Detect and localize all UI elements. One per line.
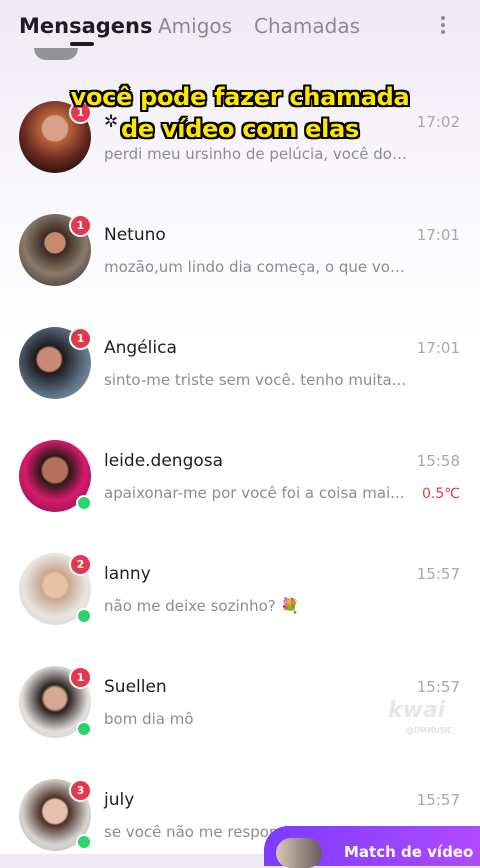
tab-amigos[interactable]: Amigos (158, 14, 232, 38)
unread-badge: 2 (69, 553, 92, 576)
active-tab-indicator (70, 42, 94, 46)
conversation-row[interactable]: leide.dengosa 15:58 apaixonar-me por voc… (0, 402, 480, 515)
unread-badge: 1 (69, 327, 92, 350)
message-time: 17:01 (416, 226, 460, 244)
message-preview: bom dia mô (104, 710, 194, 728)
conversation-row[interactable]: 2 lanny 15:57 não me deixe sozinho? 💐 (0, 515, 480, 628)
message-preview: perdi meu ursinho de pelúcia, você dor..… (104, 145, 409, 163)
unread-badge: 1 (69, 666, 92, 689)
contact-name: july (104, 790, 135, 810)
online-status-dot (76, 834, 92, 850)
match-video-button[interactable]: Match de vídeo (264, 826, 480, 868)
contact-name: lanny (104, 564, 151, 584)
online-status-dot (76, 721, 92, 737)
temperature-badge: 0.5℃ (422, 486, 460, 502)
video-caption-line-2: de vídeo com elas (121, 115, 359, 143)
watermark-handle: @DMMUSIC (406, 726, 453, 735)
message-time: 17:01 (416, 339, 460, 357)
message-time: 15:57 (416, 565, 460, 583)
kwai-watermark: kwai (388, 698, 446, 723)
contact-name: Angélica (104, 338, 177, 358)
message-preview: não me deixe sozinho? 💐 (104, 597, 300, 615)
conversation-row[interactable]: 1 Suellen 15:57 bom dia mô (0, 628, 480, 741)
message-time: 15:58 (416, 452, 460, 470)
message-time: 15:57 (416, 791, 460, 809)
conversation-row[interactable]: 1 Netuno 17:01 mozão,um lindo dia começa… (0, 176, 480, 289)
conversation-row[interactable]: 1 Angélica 17:01 sinto-me triste sem voc… (0, 289, 480, 402)
contact-name: leide.dengosa (104, 451, 224, 471)
tab-chamadas[interactable]: Chamadas (254, 14, 360, 38)
tab-mensagens[interactable]: Mensagens (19, 14, 153, 38)
message-preview: mozão,um lindo dia começa, o que voc... (104, 258, 409, 276)
message-time: 15:57 (416, 678, 460, 696)
more-options-icon[interactable] (438, 16, 448, 38)
contact-name: Netuno (104, 225, 166, 245)
online-status-dot (76, 608, 92, 624)
online-status-dot (76, 495, 92, 511)
partial-avatar (34, 48, 78, 60)
unread-badge: 1 (69, 214, 92, 237)
unread-badge: 3 (69, 779, 92, 802)
match-video-avatars (276, 838, 322, 868)
contact-name: Suellen (104, 677, 167, 697)
message-preview: apaixonar-me por você foi a coisa mai... (104, 484, 405, 502)
video-caption-line-1: você pode fazer chamada (70, 83, 410, 111)
message-preview: sinto-me triste sem você. tenho muita... (104, 371, 406, 389)
match-video-label: Match de vídeo (344, 843, 474, 861)
